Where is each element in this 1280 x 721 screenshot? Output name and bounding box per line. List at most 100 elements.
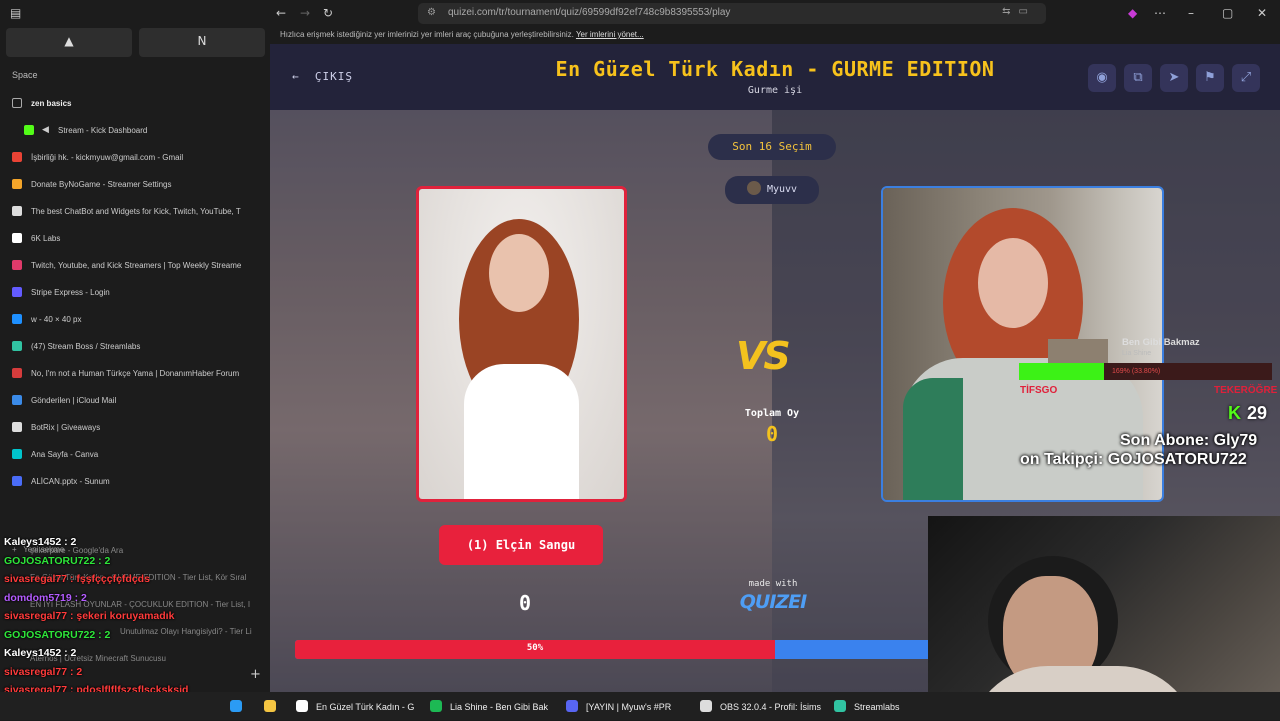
taskbar-app-label: En Güzel Türk Kadın - G xyxy=(316,702,414,712)
viewer-count: 29 xyxy=(1247,403,1267,423)
sidebar-tab-item[interactable]: ◀ Stream - Kick Dashboard xyxy=(0,117,270,144)
minimize-icon[interactable]: – xyxy=(1188,6,1194,20)
choose-left-button[interactable]: (1) Elçin Sangu xyxy=(439,525,603,565)
chat-message: GOJOSATORU722 : 2 xyxy=(4,629,270,648)
sidebar-tab-label: Stripe Express - Login xyxy=(31,288,110,297)
extension-icon[interactable]: ◆ xyxy=(1128,6,1137,20)
sidebar-tab-item[interactable]: Donate ByNoGame - Streamer Settings xyxy=(0,171,270,198)
taskbar-app-label: Lia Shine - Ben Gibi Bak xyxy=(450,702,548,712)
sidebar-folder[interactable]: zen basics xyxy=(0,90,270,117)
sidebar-tab-label: Gönderilen | iCloud Mail xyxy=(31,396,116,405)
app-icon xyxy=(430,700,442,712)
translate-icon[interactable]: ⇆▭ xyxy=(1002,6,1036,17)
sidebar-tab-item[interactable]: w - 40 × 40 px xyxy=(0,306,270,333)
poll-percent: 169% (33.80%) xyxy=(1112,368,1160,375)
last-subscriber: Son Abone: Gly79 xyxy=(1120,432,1257,450)
sidebar-tab-item[interactable]: The best ChatBot and Widgets for Kick, T… xyxy=(0,198,270,225)
sidebar-tab-label: Ana Sayfa - Canva xyxy=(31,450,98,459)
reload-icon[interactable]: ↻ xyxy=(323,6,333,20)
left-choice-card[interactable] xyxy=(416,186,627,502)
sidebar-tab-label: BotRix | Giveaways xyxy=(31,423,100,432)
back-arrow-icon[interactable]: ← xyxy=(276,6,286,20)
made-with-label: made with xyxy=(730,579,816,589)
warning-button[interactable]: ▲ xyxy=(6,28,132,57)
chat-message: sivasregal77 : fşşfçççfçfdçds xyxy=(4,573,270,592)
send-icon[interactable]: ➤ xyxy=(1160,64,1188,92)
taskbar-app-label: OBS 32.0.4 - Profil: İsims xyxy=(720,702,821,712)
sidebar-tab-label: Stream - Kick Dashboard xyxy=(58,126,147,135)
favicon-icon xyxy=(12,341,22,351)
sidebar-tab-label: Donate ByNoGame - Streamer Settings xyxy=(31,180,172,189)
sidebar-tab-label: Twitch, Youtube, and Kick Streamers | To… xyxy=(31,261,241,270)
vote-progress-label: 50% xyxy=(295,643,775,659)
menu-icon[interactable]: ⋯ xyxy=(1154,6,1166,20)
quiz-header: ← ÇIKIŞ En Güzel Türk Kadın - GURME EDIT… xyxy=(270,44,1280,110)
folder-icon xyxy=(264,700,276,712)
space-label: Space xyxy=(12,70,38,80)
share-icon[interactable]: ⧉ xyxy=(1124,64,1152,92)
favicon-icon xyxy=(12,449,22,459)
fullscreen-icon[interactable]: ⤢ xyxy=(1232,64,1260,92)
url-bar[interactable]: ⚙ quizei.com/tr/tournament/quiz/69599df9… xyxy=(418,3,1046,24)
taskbar-app-button[interactable]: OBS 32.0.4 - Profil: İsims xyxy=(700,692,821,720)
total-votes-value: 0 xyxy=(722,422,822,446)
explorer-button[interactable] xyxy=(264,692,284,720)
sidebar-tab-item[interactable]: (47) Stream Boss / Streamlabs xyxy=(0,333,270,360)
maximize-icon[interactable]: ▢ xyxy=(1222,6,1233,20)
favicon-icon xyxy=(12,476,22,486)
close-icon[interactable]: ✕ xyxy=(1257,6,1267,20)
left-choice-photo xyxy=(419,189,624,499)
favicon-icon xyxy=(12,395,22,405)
app-icon xyxy=(700,700,712,712)
windows-icon xyxy=(230,700,242,712)
favicon-icon xyxy=(24,125,34,135)
start-button[interactable] xyxy=(230,692,250,720)
bookmark-prompt: Hızlıca erişmek istediğiniz yer imlerini… xyxy=(280,30,574,39)
speaker-icon[interactable]: ◀ xyxy=(42,124,49,135)
chat-message: domdom5719 : 2 xyxy=(4,592,270,611)
webcam-overlay xyxy=(928,516,1280,720)
sidebar-tab-item[interactable]: Stripe Express - Login xyxy=(0,279,270,306)
notion-button[interactable]: N xyxy=(139,28,265,57)
eye-icon[interactable]: ◉ xyxy=(1088,64,1116,92)
notion-icon: N xyxy=(198,34,207,48)
poll-left-label: TİFSGO xyxy=(1020,385,1057,396)
sidebar-tab-item[interactable]: BotRix | Giveaways xyxy=(0,414,270,441)
song-title: Ben Gibi Bakmaz xyxy=(1122,337,1200,348)
photo-dress-shape xyxy=(464,364,579,502)
url-text: quizei.com/tr/tournament/quiz/69599df92e… xyxy=(448,7,730,18)
sidebar-tab-item[interactable]: ALİCAN.pptx - Sunum xyxy=(0,468,270,495)
taskbar-app-button[interactable]: [YAYIN | Myuw's #PR xyxy=(566,692,671,720)
warning-icon: ▲ xyxy=(64,34,73,48)
taskbar-app-button[interactable]: Streamlabs xyxy=(834,692,900,720)
kick-icon: K xyxy=(1228,403,1241,423)
flag-icon[interactable]: ⚑ xyxy=(1196,64,1224,92)
sidebar-tab-item[interactable]: İşbirliği hk. - kickmyuw@gmail.com - Gma… xyxy=(0,144,270,171)
vs-logo: VS xyxy=(736,334,789,378)
sidebar-tab-item[interactable]: Gönderilen | iCloud Mail xyxy=(0,387,270,414)
taskbar-app-label: Streamlabs xyxy=(854,702,900,712)
sidebar-toggle-icon[interactable]: ▤ xyxy=(10,6,21,20)
favicon-icon xyxy=(12,422,22,432)
photo-sleeve-shape xyxy=(903,378,963,502)
sidebar-tab-item[interactable]: No, I'm not a Human Türkçe Yama | Donanı… xyxy=(0,360,270,387)
browser-toolbar: ▤ ← → ↻ ⚙ quizei.com/tr/tournament/quiz/… xyxy=(0,0,1280,28)
folder-icon xyxy=(12,98,22,108)
bookmark-bar: Hızlıca erişmek istediğiniz yer imlerini… xyxy=(270,28,1280,44)
left-vote-count: 0 xyxy=(510,591,540,615)
quizei-logo[interactable]: QUIZEI xyxy=(730,591,816,613)
favicon-icon xyxy=(12,152,22,162)
folder-label: zen basics xyxy=(31,99,71,108)
chat-message: sivasregal77 : şekeri koruyamadık xyxy=(4,610,270,629)
site-info-icon[interactable]: ⚙ xyxy=(427,7,436,18)
manage-bookmarks-link[interactable]: Yer imlerini yönet... xyxy=(576,30,644,39)
sidebar-tab-item[interactable]: Twitch, Youtube, and Kick Streamers | To… xyxy=(0,252,270,279)
last-follower: on Takipçi: GOJOSATORU722 xyxy=(1020,451,1247,469)
forward-arrow-icon[interactable]: → xyxy=(300,6,310,20)
taskbar-app-button[interactable]: Lia Shine - Ben Gibi Bak xyxy=(430,692,548,720)
windows-taskbar: En Güzel Türk Kadın - G Lia Shine - Ben G… xyxy=(0,692,1280,720)
sidebar-tab-item[interactable]: Ana Sayfa - Canva xyxy=(0,441,270,468)
taskbar-app-button[interactable]: En Güzel Türk Kadın - G xyxy=(296,692,414,720)
round-badge: Son 16 Seçim xyxy=(708,134,836,160)
sidebar-tab-item[interactable]: 6K Labs xyxy=(0,225,270,252)
